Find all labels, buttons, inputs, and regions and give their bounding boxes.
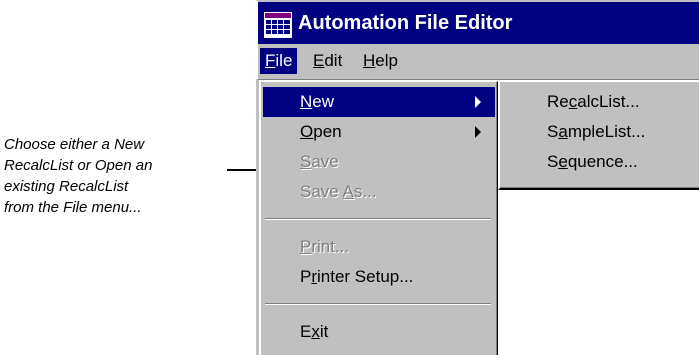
callout-line-1: Choose either a New xyxy=(4,136,145,153)
submenu-samplelist-prefix: S xyxy=(547,122,559,141)
menu-item-save-as-prefix: Save xyxy=(300,182,343,201)
menu-separator xyxy=(265,218,491,220)
submenu-arrow-icon xyxy=(475,96,481,108)
app-window: Automation File Editor File Edit Help Ne… xyxy=(256,0,699,355)
menu-item-open-label: pen xyxy=(313,122,342,141)
menu-item-save-as-label: s... xyxy=(353,182,377,201)
spreadsheet-grid-icon[interactable] xyxy=(264,12,292,38)
submenu-sequence-label: quence... xyxy=(567,152,638,171)
menu-item-print[interactable]: Print... xyxy=(263,232,495,262)
submenu-recalclist-prefix: Re xyxy=(547,92,569,111)
menu-item-save-label: ave xyxy=(311,152,339,171)
callout-text: Choose either a New RecalcList or Open a… xyxy=(4,134,244,218)
menu-edit-mnemonic: E xyxy=(313,51,325,70)
menu-bar: File Edit Help xyxy=(256,44,699,80)
menu-item-print-label: rint... xyxy=(311,237,350,256)
menu-help-label: elp xyxy=(375,51,398,70)
menu-item-open[interactable]: Open xyxy=(263,117,495,147)
menu-edit-label: dit xyxy=(324,51,343,70)
submenu-item-sequence[interactable]: Sequence... xyxy=(500,147,699,177)
submenu-sequence-mnemonic: e xyxy=(558,152,568,171)
menu-item-printer-setup[interactable]: Printer Setup... xyxy=(263,262,495,292)
callout-line-3: existing RecalcList xyxy=(4,178,129,195)
menu-help[interactable]: Help xyxy=(358,48,403,74)
menu-item-open-mnemonic: O xyxy=(300,122,314,141)
menu-item-save-as[interactable]: Save As... xyxy=(263,177,495,207)
submenu-item-samplelist[interactable]: SampleList... xyxy=(500,117,699,147)
menu-item-exit-prefix: E xyxy=(300,322,312,341)
submenu-samplelist-label: mpleList... xyxy=(567,122,646,141)
menu-file-label: ile xyxy=(275,51,293,70)
menu-edit[interactable]: Edit xyxy=(308,48,347,74)
menu-file-mnemonic: F xyxy=(265,51,276,70)
menu-item-exit[interactable]: Exit xyxy=(263,317,495,347)
menu-item-save[interactable]: Save xyxy=(263,147,495,177)
menu-item-printer-setup-label: inter Setup... xyxy=(317,267,414,286)
menu-help-mnemonic: H xyxy=(363,51,376,70)
callout-line-2: RecalcList or Open an xyxy=(4,157,153,174)
callout-line-4: from the File menu... xyxy=(4,199,142,216)
window-title: Automation File Editor xyxy=(298,12,513,34)
new-submenu: RecalcList... SampleList... Sequence... xyxy=(498,80,699,190)
title-bar[interactable]: Automation File Editor xyxy=(256,0,699,44)
submenu-arrow-icon xyxy=(475,126,481,138)
menu-file[interactable]: File xyxy=(260,48,298,74)
menu-separator xyxy=(265,303,491,305)
menu-item-save-mnemonic: S xyxy=(300,152,312,171)
menu-item-new[interactable]: New xyxy=(263,87,495,117)
submenu-samplelist-mnemonic: a xyxy=(558,122,568,141)
menu-item-new-mnemonic: N xyxy=(300,92,313,111)
menu-item-exit-label: it xyxy=(319,322,329,341)
submenu-recalclist-label: alcList... xyxy=(577,92,640,111)
submenu-sequence-prefix: S xyxy=(547,152,559,171)
menu-item-print-mnemonic: P xyxy=(300,237,312,256)
menu-item-exit-mnemonic: x xyxy=(311,322,320,341)
menu-item-save-as-mnemonic: A xyxy=(342,182,354,201)
submenu-recalclist-mnemonic: c xyxy=(568,92,578,111)
menu-item-new-label: ew xyxy=(312,92,335,111)
submenu-item-recalclist[interactable]: RecalcList... xyxy=(500,87,699,117)
menu-item-printer-setup-prefix: P xyxy=(300,267,312,286)
file-menu-dropdown: New Open Save Save As... Print... Printe… xyxy=(259,80,499,355)
editor-work-area xyxy=(498,190,699,355)
